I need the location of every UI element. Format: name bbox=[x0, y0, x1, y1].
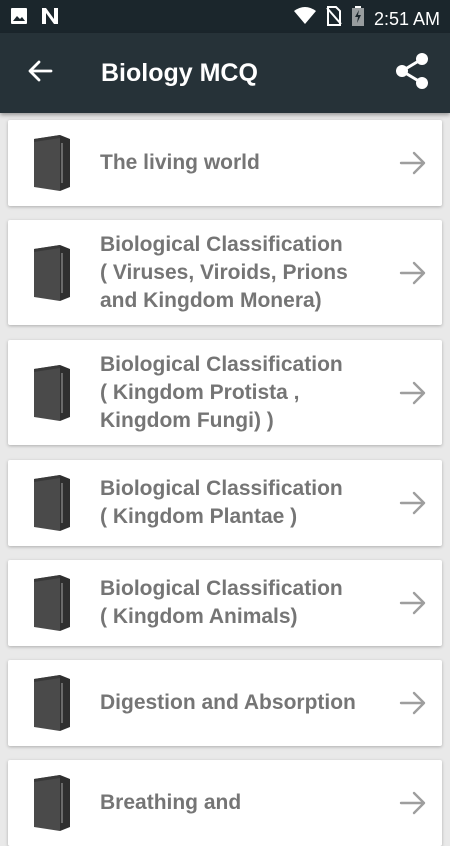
app-bar: Biology MCQ bbox=[0, 33, 450, 113]
chapter-card[interactable]: Biological Classification ( Viruses, Viro… bbox=[8, 220, 442, 325]
chapter-card[interactable]: Biological Classification ( Kingdom Anima… bbox=[8, 560, 442, 646]
arrow-right-icon bbox=[398, 488, 428, 518]
arrow-right-icon bbox=[398, 148, 428, 178]
book-icon bbox=[30, 573, 74, 633]
chapter-title: Breathing and bbox=[100, 789, 390, 817]
arrow-right-icon bbox=[398, 258, 428, 288]
image-icon bbox=[10, 7, 28, 30]
arrow-right-icon bbox=[398, 378, 428, 408]
chapter-title-line: ( Kingdom Plantae ) bbox=[100, 505, 298, 528]
arrow-left-icon bbox=[27, 58, 53, 89]
chapter-title-line: ( Viruses, Viroids, Prions bbox=[100, 260, 348, 284]
chapter-title: Biological Classification ( Kingdom Anima… bbox=[100, 575, 390, 631]
chapter-card[interactable]: Biological Classification ( Kingdom Plant… bbox=[8, 460, 442, 546]
book-icon bbox=[30, 133, 74, 193]
chapter-title-line: Kingdom Fungi) ) bbox=[100, 408, 274, 432]
page-title: Biology MCQ bbox=[101, 59, 258, 87]
book-icon bbox=[30, 673, 74, 733]
share-button[interactable] bbox=[388, 49, 436, 97]
chapter-card[interactable]: Breathing and bbox=[8, 760, 442, 846]
chapter-title: Biological Classification ( Viruses, Viro… bbox=[100, 231, 390, 315]
chapter-title: Digestion and Absorption bbox=[100, 689, 390, 717]
chapter-title-line: ( Kingdom Animals) bbox=[100, 605, 298, 628]
status-time: 2:51 AM bbox=[373, 8, 440, 29]
book-icon bbox=[30, 363, 74, 423]
n-app-icon bbox=[40, 7, 60, 30]
chapter-title-line: Digestion and Absorption bbox=[100, 691, 356, 714]
chapter-title-line: ( Kingdom Protista , bbox=[100, 380, 300, 404]
chapter-title: The living world bbox=[100, 149, 390, 177]
book-icon bbox=[30, 473, 74, 533]
chapter-title-line: Breathing and bbox=[100, 791, 242, 814]
arrow-right-icon bbox=[398, 688, 428, 718]
arrow-right-icon bbox=[398, 588, 428, 618]
share-icon bbox=[392, 51, 432, 96]
status-bar: 2:51 AM bbox=[0, 0, 450, 33]
arrow-right-icon bbox=[398, 788, 428, 818]
chapter-title: Biological Classification ( Kingdom Proti… bbox=[100, 351, 390, 435]
chapter-card[interactable]: The living world bbox=[8, 120, 442, 206]
no-sim-icon bbox=[326, 6, 342, 31]
book-icon bbox=[30, 243, 74, 303]
battery-charging-icon bbox=[351, 6, 364, 31]
chapter-title-line: Biological Classification bbox=[100, 352, 343, 376]
back-button[interactable] bbox=[18, 51, 62, 95]
book-icon bbox=[30, 773, 74, 833]
chapter-title: Biological Classification ( Kingdom Plant… bbox=[100, 475, 390, 531]
chapter-title-line: and Kingdom Monera) bbox=[100, 288, 322, 312]
chapter-card[interactable]: Digestion and Absorption bbox=[8, 660, 442, 746]
chapter-card[interactable]: Biological Classification ( Kingdom Proti… bbox=[8, 340, 442, 445]
wifi-icon bbox=[293, 7, 316, 30]
chapter-title-line: Biological Classification bbox=[100, 577, 343, 600]
chapter-title-line: Biological Classification bbox=[100, 477, 343, 500]
chapter-title-line: Biological Classification bbox=[100, 232, 343, 256]
chapter-title-line: The living world bbox=[100, 151, 260, 174]
